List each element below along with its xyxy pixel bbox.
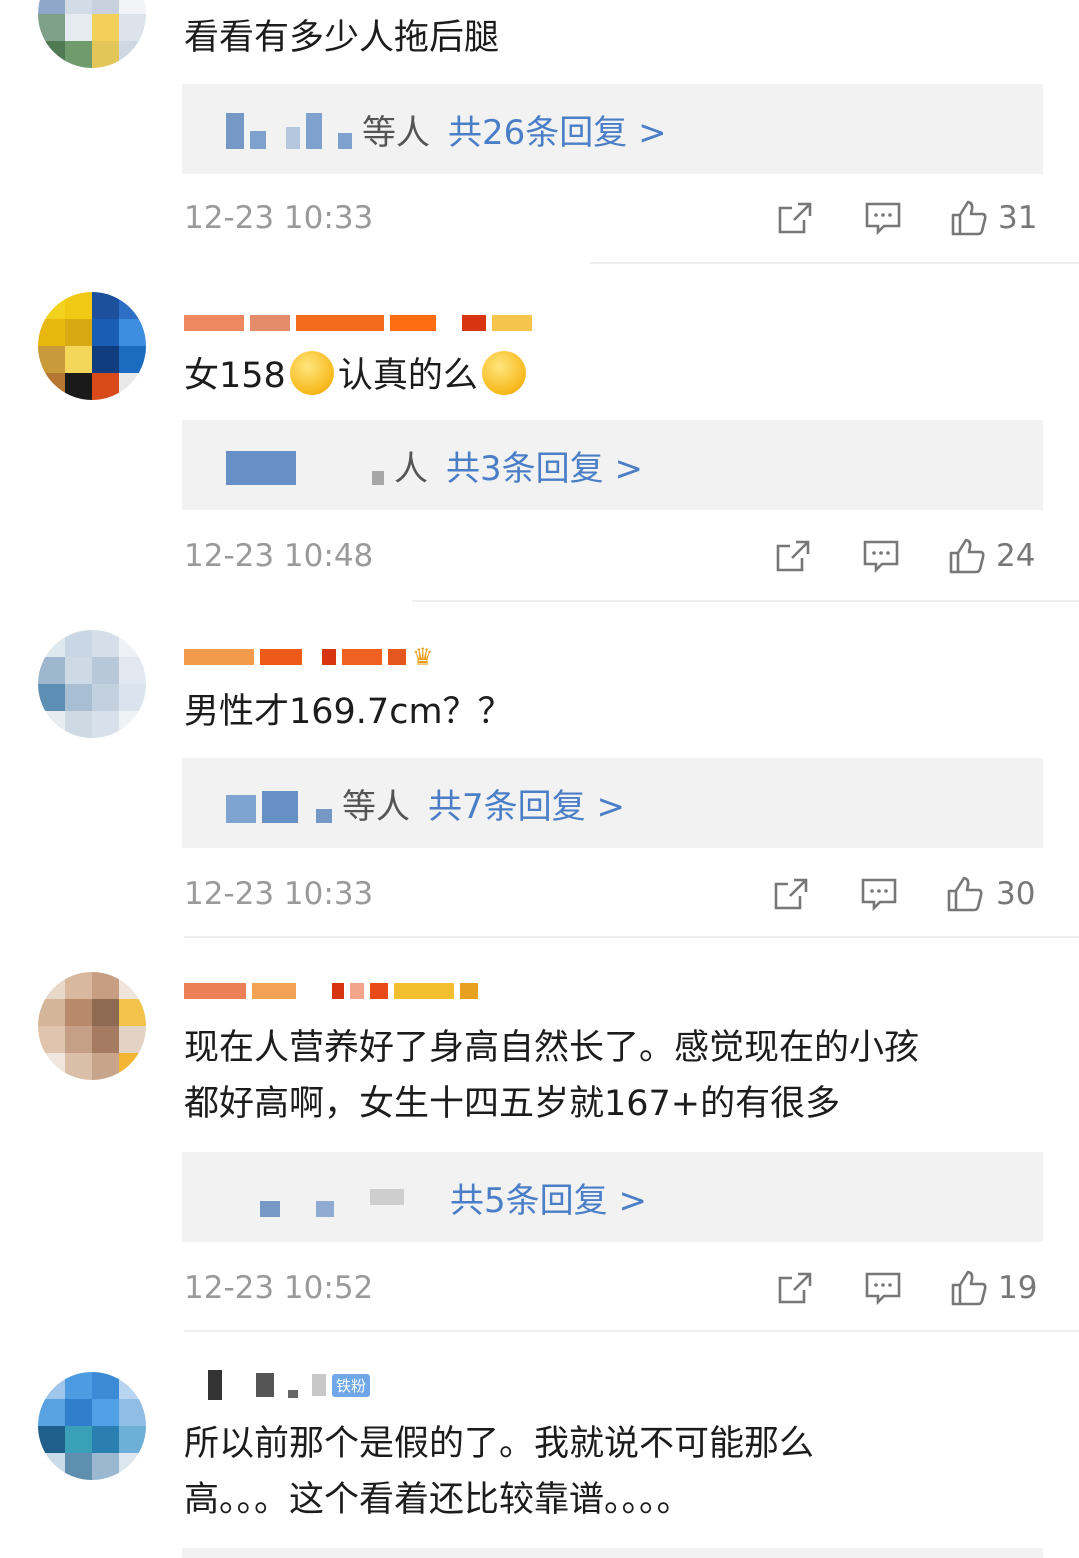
username-blurred[interactable]: [184, 978, 478, 1004]
comment-text: 女158 认真的么: [184, 348, 1044, 404]
reply-users-label: 等人: [362, 112, 430, 153]
reply-count-link[interactable]: 共3条回复 >: [446, 441, 643, 490]
reply-avatars-blurred: [226, 445, 384, 485]
comment-text: 看看有多少人拖后腿: [184, 18, 500, 58]
comment-icon[interactable]: [864, 1270, 902, 1306]
crown-icon: ♛: [412, 643, 434, 671]
avatar[interactable]: [38, 292, 146, 400]
avatar[interactable]: [38, 972, 146, 1080]
reply-summary[interactable]: 等人 共26条回复 >: [182, 84, 1043, 174]
avatar[interactable]: [38, 630, 146, 738]
comment-meta: 12-23 10:52 19: [184, 1266, 1044, 1310]
comment-icon[interactable]: [860, 876, 898, 912]
reply-avatars-blurred: [226, 783, 332, 823]
reply-avatars-blurred: [226, 109, 352, 149]
thumbs-up-icon[interactable]: [948, 538, 986, 574]
timestamp: 12-23 10:52: [184, 1270, 374, 1306]
reply-users-label: 人: [394, 448, 428, 489]
reply-summary-partial[interactable]: [182, 1548, 1043, 1558]
reply-summary[interactable]: 等人 共7条回复 >: [182, 758, 1043, 848]
username-blurred[interactable]: ♛: [184, 644, 434, 670]
avatar[interactable]: [38, 1372, 146, 1480]
like-count: 30: [996, 876, 1036, 912]
comment-meta: 12-23 10:33 30: [184, 872, 1044, 916]
comment-meta: 12-23 10:48 24: [184, 534, 1044, 578]
confused-emoji-icon: [289, 351, 334, 395]
reply-summary[interactable]: 共5条回复 >: [182, 1152, 1043, 1242]
comment-4: 现在人营养好了身高自然长了。感觉现在的小孩 都好高啊，女生十四五岁就167+的有…: [0, 938, 1079, 1332]
comment-text: 现在人营养好了身高自然长了。感觉现在的小孩 都好高啊，女生十四五岁就167+的有…: [184, 1028, 920, 1124]
like-count: 19: [998, 1270, 1038, 1306]
avatar[interactable]: [38, 0, 146, 68]
thumbs-up-icon[interactable]: [950, 200, 988, 236]
reply-count-link[interactable]: 共5条回复 >: [450, 1173, 647, 1222]
comment-text-part1: 女158: [184, 356, 286, 396]
share-icon[interactable]: [776, 1270, 814, 1306]
comment-text-part2: 认真的么: [337, 356, 478, 396]
reply-summary[interactable]: 人 共3条回复 >: [182, 420, 1043, 510]
timestamp: 12-23 10:33: [184, 876, 374, 912]
share-icon[interactable]: [772, 876, 810, 912]
like-count: 31: [998, 200, 1038, 236]
comment-text: 男性才169.7cm？？: [184, 692, 513, 732]
fan-badge: 铁粉: [332, 1373, 371, 1397]
timestamp: 12-23 10:33: [184, 200, 374, 236]
reply-avatars-blurred: [226, 1177, 404, 1217]
timestamp: 12-23 10:48: [184, 538, 374, 574]
comment-3: ♛ 男性才169.7cm？？ 等人 共7条回复 > 12-23 10:33 30: [0, 600, 1079, 938]
comment-icon[interactable]: [864, 200, 902, 236]
like-count: 24: [996, 538, 1036, 574]
thumbs-up-icon[interactable]: [946, 876, 984, 912]
comment-5: 铁粉 所以前那个是假的了。我就说不可能那么 高。。。这个看着还比较靠谱。。。。: [0, 1332, 1079, 1558]
comment-2: 女158 认真的么 人 共3条回复 > 12-23 10:48 24: [0, 262, 1079, 602]
reply-users-label: 等人: [342, 786, 410, 827]
share-icon[interactable]: [776, 200, 814, 236]
comment-icon[interactable]: [862, 538, 900, 574]
username-blurred[interactable]: [184, 310, 532, 336]
share-icon[interactable]: [774, 538, 812, 574]
comment-text: 所以前那个是假的了。我就说不可能那么 高。。。这个看着还比较靠谱。。。。: [184, 1424, 815, 1520]
reply-count-link[interactable]: 共26条回复 >: [448, 105, 667, 154]
laughing-crying-emoji-icon: [481, 351, 526, 395]
thumbs-up-icon[interactable]: [950, 1270, 988, 1306]
comment-1: 看看有多少人拖后腿 等人 共26条回复 > 12-23 10:33 31: [0, 0, 1079, 264]
username-blurred[interactable]: 铁粉: [184, 1370, 371, 1400]
reply-count-link[interactable]: 共7条回复 >: [428, 779, 625, 828]
comment-meta: 12-23 10:33 31: [184, 196, 1044, 240]
